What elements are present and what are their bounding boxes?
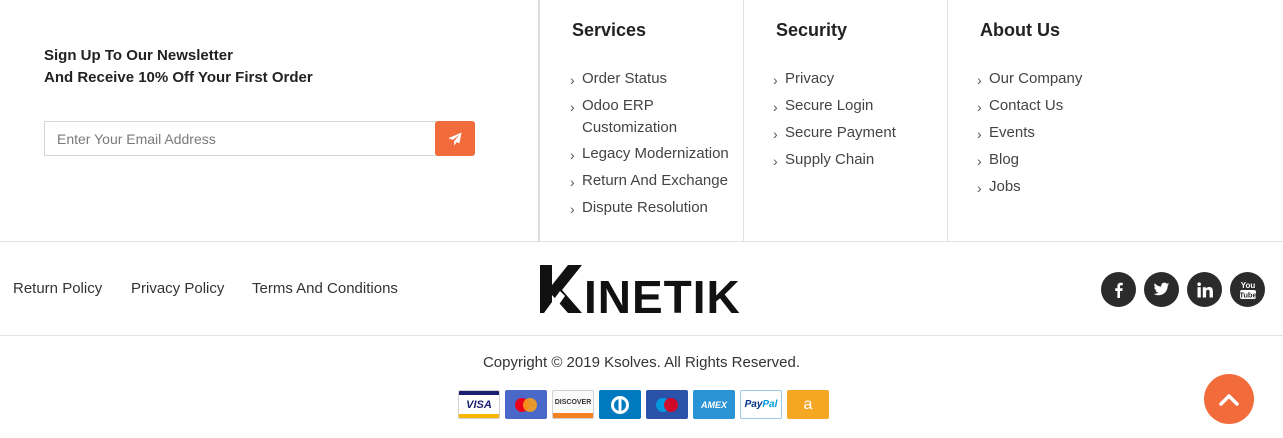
footer-top: Sign Up To Our Newsletter And Receive 10…: [0, 0, 1283, 242]
twitter-button[interactable]: [1144, 272, 1179, 307]
about-column: About Us › Our Company › Contact Us › Event…: [947, 0, 1283, 242]
twitter-icon: [1153, 282, 1170, 296]
newsletter-form: [44, 121, 475, 156]
svg-text:You: You: [1240, 281, 1255, 290]
chevron-right-icon: ›: [773, 72, 778, 88]
services-list: › Order Status › Odoo ERP Customization › L…: [570, 68, 740, 224]
chevron-right-icon: ›: [773, 126, 778, 142]
email-input[interactable]: [44, 121, 436, 156]
security-item-secure-payment[interactable]: › Secure Payment: [773, 122, 943, 145]
newsletter-submit-button[interactable]: [435, 121, 475, 156]
paper-plane-icon: [448, 131, 462, 146]
copyright-text: Copyright © 2019 Ksolves. All Rights Res…: [482, 354, 801, 371]
chevron-right-icon: ›: [977, 72, 982, 88]
about-item-our-company[interactable]: › Our Company: [977, 68, 1147, 91]
about-item-jobs[interactable]: › Jobs: [977, 176, 1147, 199]
about-list: › Our Company › Contact Us › Events › Blog ›…: [977, 68, 1147, 203]
about-item-contact-us[interactable]: › Contact Us: [977, 95, 1147, 118]
chevron-right-icon: ›: [570, 72, 575, 88]
youtube-button[interactable]: You Tube: [1230, 272, 1265, 307]
terms-conditions-link[interactable]: Terms And Conditions: [252, 280, 398, 297]
services-item-order-status[interactable]: › Order Status: [570, 68, 740, 91]
linkedin-icon: [1196, 281, 1213, 297]
chevron-right-icon: ›: [773, 153, 778, 169]
about-title: About Us: [980, 20, 1060, 40]
paypal-icon: Pay Pal: [740, 390, 782, 419]
privacy-policy-link[interactable]: Privacy Policy: [131, 280, 224, 297]
return-policy-link[interactable]: Return Policy: [13, 280, 102, 297]
services-title: Services: [572, 20, 647, 40]
chevron-right-icon: ›: [977, 99, 982, 115]
security-item-secure-login[interactable]: › Secure Login: [773, 95, 943, 118]
security-title: Security: [776, 20, 848, 40]
services-item-return-exchange[interactable]: › Return And Exchange: [570, 170, 740, 193]
about-item-events[interactable]: › Events: [977, 122, 1147, 145]
diners-club-icon: [599, 390, 641, 419]
services-item-dispute-resolution[interactable]: › Dispute Resolution: [570, 197, 740, 220]
facebook-button[interactable]: [1101, 272, 1136, 307]
security-item-supply-chain[interactable]: › Supply Chain: [773, 149, 943, 172]
about-item-blog[interactable]: › Blog: [977, 149, 1147, 172]
svg-text:Tube: Tube: [1239, 290, 1256, 299]
services-item-odoo-erp[interactable]: › Odoo ERP Customization: [570, 95, 740, 139]
chevron-right-icon: ›: [773, 99, 778, 115]
footer-middle-bar: Return Policy Privacy Policy Terms And C…: [0, 242, 1283, 336]
scroll-to-top-button[interactable]: [1204, 374, 1254, 424]
kinetik-logo[interactable]: INETIK: [538, 263, 744, 315]
chevron-right-icon: ›: [977, 180, 982, 196]
youtube-icon: You Tube: [1239, 281, 1256, 300]
amazon-icon: a: [787, 390, 829, 419]
security-list: › Privacy › Secure Login › Secure Payment ›…: [773, 68, 943, 176]
services-column: Services › Order Status › Odoo ERP Customi…: [538, 0, 743, 242]
chevron-right-icon: ›: [570, 99, 575, 115]
newsletter-heading: Sign Up To Our Newsletter And Receive 10…: [44, 45, 313, 89]
security-column: Security › Privacy › Secure Login › Secure …: [743, 0, 947, 242]
discover-icon: DISCOVER: [552, 390, 594, 419]
chevron-right-icon: ›: [570, 201, 575, 217]
chevron-up-icon: [1219, 394, 1239, 406]
maestro-icon: [646, 390, 688, 419]
security-item-privacy[interactable]: › Privacy: [773, 68, 943, 91]
chevron-right-icon: ›: [570, 174, 575, 190]
mastercard-icon: [505, 390, 547, 419]
chevron-right-icon: ›: [570, 147, 575, 163]
linkedin-button[interactable]: [1187, 272, 1222, 307]
newsletter-line-1: Sign Up To Our Newsletter: [44, 47, 233, 64]
services-item-legacy-modernization[interactable]: › Legacy Modernization: [570, 143, 740, 166]
svg-text:INETIK: INETIK: [584, 271, 741, 315]
chevron-right-icon: ›: [977, 126, 982, 142]
payment-methods: VISA DISCOVER AMEX Pay Pal a: [458, 390, 829, 419]
newsletter-line-2: And Receive 10% Off Your First Order: [44, 69, 313, 86]
facebook-icon: [1114, 282, 1123, 298]
chevron-right-icon: ›: [977, 153, 982, 169]
visa-icon: VISA: [458, 390, 500, 419]
amex-icon: AMEX: [693, 390, 735, 419]
